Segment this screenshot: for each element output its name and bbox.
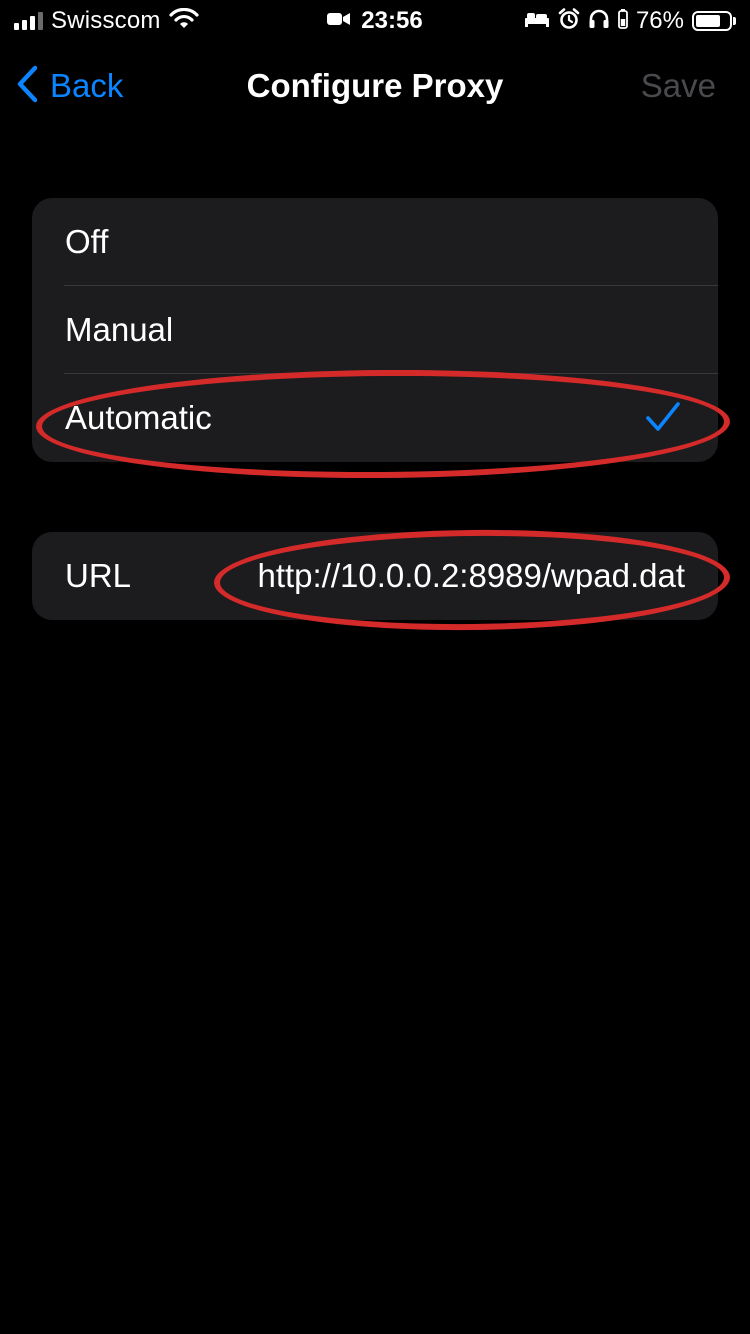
video-camera-icon bbox=[327, 11, 351, 32]
url-label: URL bbox=[65, 557, 132, 594]
battery-percentage: 76% bbox=[635, 7, 684, 34]
proxy-option-automatic[interactable]: Automatic bbox=[32, 374, 718, 462]
navigation-bar: Back Configure Proxy Save bbox=[0, 44, 750, 132]
screen: Swisscom 23:56 76% Back Configure Proxy … bbox=[0, 0, 750, 1334]
headphone-battery-icon bbox=[618, 8, 628, 34]
proxy-option-label: Off bbox=[65, 223, 109, 260]
alarm-icon bbox=[558, 7, 580, 35]
status-bar: Swisscom 23:56 76% bbox=[0, 0, 750, 44]
battery-icon bbox=[692, 11, 736, 31]
proxy-option-off[interactable]: Off bbox=[32, 198, 718, 286]
url-group: URL http://10.0.0.2:8989/wpad.dat bbox=[32, 532, 718, 620]
save-button[interactable]: Save bbox=[641, 64, 716, 108]
proxy-option-label: Automatic bbox=[65, 399, 212, 436]
proxy-mode-group: Off Manual Automatic bbox=[32, 198, 718, 462]
status-bar-right: 76% bbox=[524, 6, 736, 36]
status-time: 23:56 bbox=[361, 7, 423, 34]
headphones-icon bbox=[588, 8, 610, 35]
proxy-option-manual[interactable]: Manual bbox=[32, 286, 718, 374]
page-title: Configure Proxy bbox=[246, 67, 504, 104]
proxy-option-label: Manual bbox=[65, 311, 174, 348]
bed-icon bbox=[524, 10, 550, 33]
checkmark-icon bbox=[646, 402, 680, 437]
url-row[interactable]: URL http://10.0.0.2:8989/wpad.dat bbox=[32, 532, 718, 620]
url-field[interactable]: http://10.0.0.2:8989/wpad.dat bbox=[257, 557, 685, 595]
